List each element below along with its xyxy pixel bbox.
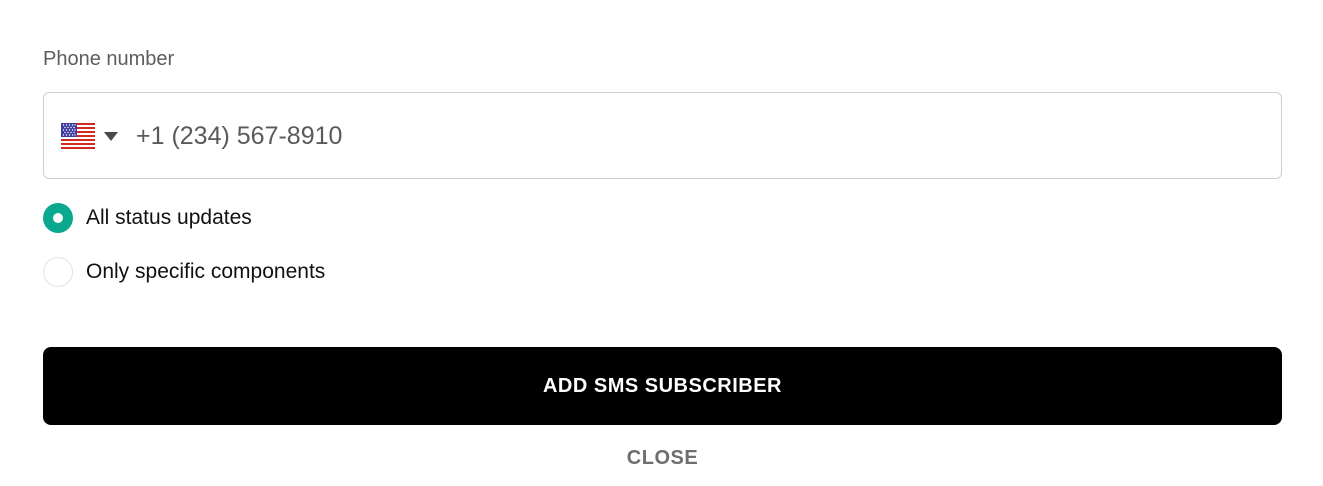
us-flag-icon — [61, 123, 95, 149]
radio-label-only-specific-components: Only specific components — [86, 260, 326, 283]
phone-number-input[interactable] — [136, 117, 1256, 155]
phone-number-label: Phone number — [43, 48, 175, 70]
radio-only-specific-components[interactable]: Only specific components — [43, 257, 325, 287]
country-code-select[interactable] — [61, 122, 125, 150]
phone-number-field[interactable] — [43, 92, 1282, 179]
radio-checked-icon[interactable] — [43, 203, 73, 233]
sms-subscribe-form: Phone number +1 (234) 567-8910 All statu… — [43, 0, 1282, 486]
radio-unchecked-icon[interactable] — [43, 257, 73, 287]
close-button[interactable]: CLOSE — [43, 444, 1282, 472]
caret-down-icon — [104, 131, 118, 141]
radio-all-status-updates[interactable]: All status updates — [43, 203, 252, 233]
radio-label-all-status-updates: All status updates — [86, 206, 252, 229]
add-sms-subscriber-button[interactable]: ADD SMS SUBSCRIBER — [43, 347, 1282, 425]
